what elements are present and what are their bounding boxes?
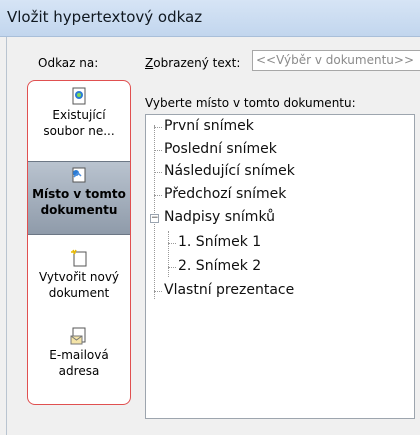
place-new-document-button[interactable]: Vytvořit nový dokument [28, 245, 130, 317]
link-to-panel: Existující soubor ne... Místo v tomto do… [27, 80, 131, 405]
tree-branch [154, 172, 162, 173]
place-in-document-button[interactable]: Místo v tomto dokumentu [28, 161, 130, 235]
tree-item[interactable]: Předchozí snímek [164, 186, 286, 202]
window-title: Vložit hypertextový odkaz [7, 8, 203, 26]
document-places-label: Vyberte místo v tomto dokumentu: [145, 96, 356, 110]
display-text-input[interactable]: <<Výběr v dokumentu>> [252, 50, 420, 71]
tree-branch [154, 291, 162, 292]
new-document-icon [71, 249, 87, 267]
existing-file-icon [72, 87, 86, 105]
tree-branch [154, 150, 162, 151]
place-email-line2: adresa [58, 364, 100, 378]
dialog-left-edge [6, 37, 7, 435]
tree-item[interactable]: Následující snímek [164, 163, 295, 179]
link-to-label: Odkaz na: [38, 56, 99, 70]
tree-branch [168, 267, 176, 268]
tree-branch [168, 243, 176, 244]
place-new-document-line2: dokument [48, 286, 110, 300]
tree-branch [154, 127, 162, 128]
tree-connector-main [154, 125, 155, 299]
tree-item[interactable]: První snímek [164, 118, 254, 134]
place-new-document-line1: Vytvořit nový [38, 270, 120, 284]
tree-item[interactable]: Vlastní prezentace [164, 282, 294, 298]
place-in-document-icon [72, 167, 86, 183]
tree-branch [154, 195, 162, 196]
tree-item[interactable]: 2. Snímek 2 [178, 258, 261, 274]
place-existing-file-line2: soubor ne... [43, 124, 115, 138]
place-email-line1: E-mailová [49, 348, 109, 362]
place-in-document-line1: Místo v tomto [32, 187, 126, 201]
tree-item[interactable]: Nadpisy snímků [164, 209, 275, 225]
display-text-label: Zobrazený text: [145, 56, 241, 70]
place-existing-file-button[interactable]: Existující soubor ne... [28, 83, 130, 155]
place-email-button[interactable]: E-mailová adresa [28, 323, 130, 395]
title-bar: Vložit hypertextový odkaz [0, 0, 420, 37]
tree-connector-sub [168, 231, 169, 277]
email-address-icon [70, 327, 86, 345]
tree-collapse-toggle[interactable]: − [150, 214, 159, 223]
tree-item[interactable]: 1. Snímek 1 [178, 234, 261, 250]
place-in-document-line2: dokumentu [40, 203, 118, 217]
tree-item[interactable]: Poslední snímek [164, 141, 277, 157]
document-places-tree[interactable]: První snímek Poslední snímek Následující… [145, 114, 415, 419]
display-text-label-rest: obrazený text: [153, 56, 241, 70]
place-existing-file-line1: Existující [52, 108, 106, 122]
